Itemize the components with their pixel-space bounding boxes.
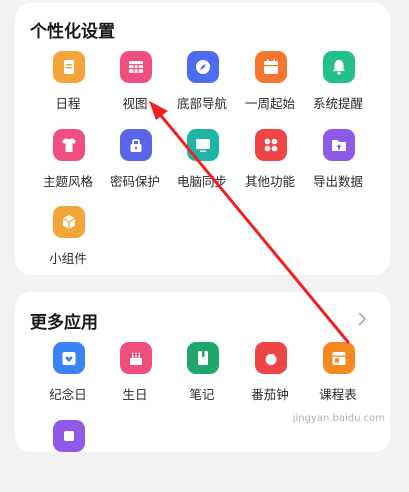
apps-icon [255,129,287,161]
grid-icon [120,51,152,83]
item-theme[interactable]: 主题风格 [33,129,103,201]
export-icon [323,129,355,161]
item-label: 小组件 [49,251,87,266]
item-bottom-nav[interactable]: 底部导航 [167,51,237,123]
timetable-icon [323,342,355,374]
lock-icon [120,129,152,161]
item-week-start[interactable]: 一周起始 [235,51,305,123]
section-title-personalization: 个性化设置 [30,22,115,42]
chevron-right-icon[interactable] [352,309,372,329]
bell-icon [323,51,355,83]
item-export-data[interactable]: 导出数据 [303,129,373,201]
compass-icon [187,51,219,83]
notebook-icon [187,342,219,374]
app-timetable[interactable]: 课程表 [303,342,373,414]
app-pomodoro[interactable]: 番茄钟 [235,342,305,414]
personalization-card: 个性化设置 日程 视图 底部导航 一周起始 系统提醒 主题风格 密码保护 电脑同… [15,3,390,275]
item-label: 系统提醒 [312,96,363,111]
app-more[interactable] [33,420,103,492]
item-label: 课程表 [319,387,357,402]
item-schedule[interactable]: 日程 [33,51,103,123]
calendar-icon [255,51,287,83]
item-password[interactable]: 密码保护 [100,129,170,201]
heart-calendar-icon [53,342,85,374]
shirt-icon [53,129,85,161]
item-widget[interactable]: 小组件 [33,206,103,278]
app-icon [53,420,85,452]
app-birthday[interactable]: 生日 [100,342,170,414]
app-anniversary[interactable]: 纪念日 [33,342,103,414]
widget-icon [53,206,85,238]
item-label: 导出数据 [312,174,363,189]
document-icon [53,51,85,83]
cake-icon [120,342,152,374]
app-notes[interactable]: 笔记 [167,342,237,414]
item-pc-sync[interactable]: 电脑同步 [167,129,237,201]
monitor-icon [187,129,219,161]
item-other-functions[interactable]: 其他功能 [235,129,305,201]
item-system-reminder[interactable]: 系统提醒 [303,51,373,123]
tomato-icon [255,342,287,374]
section-title-more-apps: 更多应用 [30,313,98,333]
more-apps-card: 更多应用 纪念日 生日 笔记 番茄钟 课程表 [15,292,390,452]
item-view[interactable]: 视图 [100,51,170,123]
watermark: jingyan.baidu.com [292,413,385,424]
